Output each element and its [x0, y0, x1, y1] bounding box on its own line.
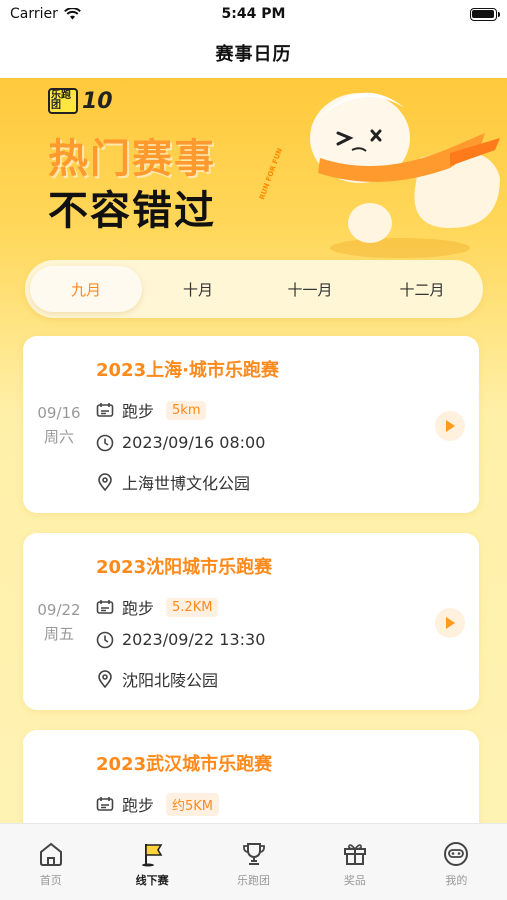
- tab-november[interactable]: 十一月: [254, 266, 366, 312]
- trophy-icon: [240, 840, 268, 868]
- clock-icon: [96, 631, 114, 649]
- promo-banner[interactable]: 乐跑团 10 热门赛事 不容错过 RUN FOR FUN: [0, 78, 507, 263]
- event-location: 沈阳北陵公园: [122, 671, 219, 690]
- event-type-row: 跑步 5.2KM: [96, 595, 219, 619]
- tabbar-label: 我的: [445, 874, 468, 887]
- clock-icon: [96, 434, 114, 452]
- ticket-icon: [96, 795, 114, 813]
- distance-tag: 5km: [166, 400, 207, 420]
- event-location-row: 沈阳北陵公园: [96, 667, 218, 691]
- event-detail-button[interactable]: [435, 411, 465, 441]
- tabbar-home[interactable]: 首页: [0, 824, 101, 900]
- event-date: 09/16 周六: [23, 336, 95, 513]
- event-title: 2023上海·城市乐跑赛: [96, 360, 279, 381]
- event-time-row: 2023/09/22 13:30: [96, 630, 265, 649]
- distance-tag: 约5KM: [166, 792, 220, 816]
- brand-anniversary: 10: [82, 88, 113, 114]
- home-icon: [37, 840, 65, 868]
- wifi-icon: [63, 8, 81, 20]
- tab-september[interactable]: 九月: [30, 266, 142, 312]
- tabbar-offline-races[interactable]: 线下赛: [101, 824, 202, 900]
- event-detail-button[interactable]: [435, 608, 465, 638]
- event-type-row: 跑步 5km: [96, 398, 207, 422]
- distance-tag: 5.2KM: [166, 597, 219, 617]
- event-type: 跑步: [122, 402, 155, 421]
- tabbar-prizes[interactable]: 奖品: [304, 824, 405, 900]
- tab-december[interactable]: 十二月: [366, 266, 478, 312]
- event-card[interactable]: 09/22 周五 2023沈阳城市乐跑赛 跑步 5.2KM 2023/09/22…: [23, 533, 479, 710]
- banner-slogan: RUN FOR FUN: [258, 147, 285, 201]
- play-icon: [446, 420, 455, 432]
- status-time: 5:44 PM: [221, 6, 286, 22]
- month-tabs: 九月 十月 十一月 十二月: [25, 260, 483, 318]
- carrier-label: Carrier: [10, 6, 58, 22]
- location-pin-icon: [96, 473, 114, 491]
- tabbar-profile[interactable]: 我的: [406, 824, 507, 900]
- ticket-icon: [96, 401, 114, 419]
- page-title: 赛事日历: [215, 44, 292, 65]
- event-type-row: 跑步 约5KM: [96, 792, 220, 816]
- tabbar-label: 首页: [39, 874, 62, 887]
- event-date-day: 09/22: [37, 600, 81, 619]
- bottom-tab-bar: 首页 线下赛 乐跑团 奖品 我的: [0, 823, 507, 900]
- mascot-illustration: [310, 92, 500, 258]
- main-content: 乐跑团 10 热门赛事 不容错过 RUN FOR FUN 九月 十月 十一月 十…: [0, 78, 507, 823]
- tabbar-label: 乐跑团: [237, 874, 271, 887]
- event-time-row: 2023/09/16 08:00: [96, 433, 265, 452]
- banner-headline: 热门赛事: [48, 136, 216, 182]
- tab-october[interactable]: 十月: [142, 266, 254, 312]
- status-bar: Carrier 5:44 PM: [0, 0, 507, 28]
- event-title: 2023沈阳城市乐跑赛: [96, 557, 273, 578]
- event-title: 2023武汉城市乐跑赛: [96, 754, 273, 775]
- event-date: 09/22 周五: [23, 533, 95, 710]
- event-card[interactable]: 2023武汉城市乐跑赛 跑步 约5KM: [23, 730, 479, 823]
- event-weekday: 周六: [43, 427, 74, 446]
- brand-logo: 乐跑团: [48, 88, 78, 114]
- location-pin-icon: [96, 670, 114, 688]
- ticket-icon: [96, 598, 114, 616]
- battery-icon: [469, 7, 500, 21]
- event-location-row: 上海世博文化公园: [96, 470, 250, 494]
- banner-subheadline: 不容错过: [48, 188, 216, 234]
- play-icon: [446, 617, 455, 629]
- brand: 乐跑团 10: [48, 88, 113, 114]
- event-weekday: 周五: [43, 624, 74, 643]
- event-card[interactable]: 09/16 周六 2023上海·城市乐跑赛 跑步 5km 2023/09/16 …: [23, 336, 479, 513]
- event-type: 跑步: [122, 796, 155, 815]
- event-location: 上海世博文化公园: [122, 474, 251, 493]
- tabbar-label: 线下赛: [135, 874, 169, 887]
- event-type: 跑步: [122, 599, 155, 618]
- gift-icon: [341, 840, 369, 868]
- event-datetime: 2023/09/22 13:30: [122, 630, 266, 649]
- tabbar-label: 奖品: [343, 874, 366, 887]
- tabbar-run-club[interactable]: 乐跑团: [203, 824, 304, 900]
- event-date-day: 09/16: [37, 403, 81, 422]
- flag-icon: [138, 840, 166, 868]
- event-datetime: 2023/09/16 08:00: [122, 433, 266, 452]
- nav-bar: 赛事日历: [0, 28, 507, 78]
- profile-icon: [442, 840, 470, 868]
